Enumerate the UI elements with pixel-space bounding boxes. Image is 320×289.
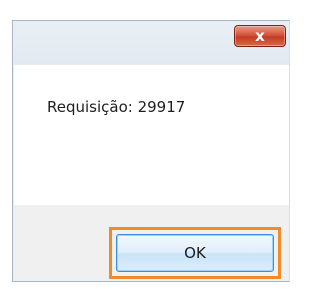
dialog-content [14,65,289,205]
dialog-titlebar: x [13,21,289,64]
close-icon: x [255,26,265,45]
close-button[interactable]: x [234,25,286,47]
dialog-message: Requisição: 29917 [47,98,186,116]
ok-button-highlight: OK [109,227,281,279]
message-dialog: x Requisição: 29917 OK [12,20,290,282]
ok-button[interactable]: OK [116,234,274,272]
dialog-footer: OK [14,205,289,281]
